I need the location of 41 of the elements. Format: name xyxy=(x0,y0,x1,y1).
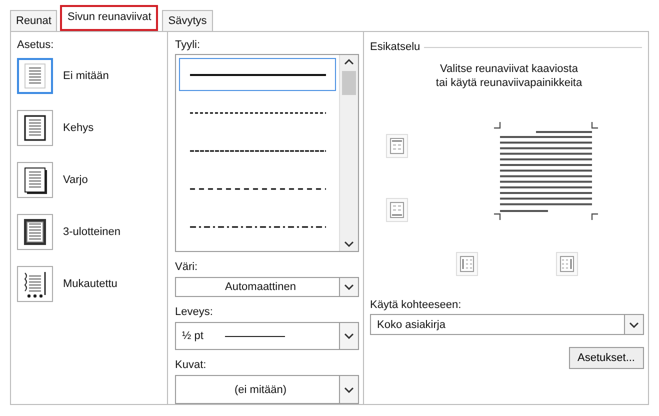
color-dropdown[interactable]: Automaattinen xyxy=(175,277,359,297)
setting-button[interactable] xyxy=(17,214,53,250)
setting-label: Asetus: xyxy=(17,38,55,52)
scrollbar[interactable] xyxy=(339,55,358,251)
setting-option-label[interactable]: Kehys xyxy=(63,122,94,134)
bottom-border-button[interactable] xyxy=(386,198,408,222)
setting-button[interactable] xyxy=(17,266,53,302)
line-sample xyxy=(225,336,286,337)
setting-button[interactable] xyxy=(17,162,53,198)
art-label: Kuvat: xyxy=(175,358,208,372)
left-border-button[interactable] xyxy=(456,252,478,276)
width-dropdown[interactable]: ½ pt xyxy=(175,322,359,350)
dropdown-arrow-button[interactable] xyxy=(624,315,643,334)
setting-option-label[interactable]: Ei mitään xyxy=(63,70,109,82)
options-button[interactable]: Asetukset... xyxy=(568,347,644,369)
chevron-down-icon xyxy=(344,284,354,290)
setting-option-label[interactable]: Mukautettu xyxy=(63,278,118,290)
width-label: Leveys: xyxy=(175,304,214,319)
dropdown-arrow-button[interactable] xyxy=(339,278,358,296)
tab[interactable]: Reunat xyxy=(10,10,58,31)
chevron-down-icon xyxy=(344,386,354,393)
apply-to-dropdown[interactable]: Koko asiakirja xyxy=(370,314,644,335)
chevron-down-icon xyxy=(629,322,639,328)
art-dropdown[interactable]: (ei mitään) xyxy=(175,375,359,404)
setting-option-label[interactable]: 3-ulotteinen xyxy=(63,226,120,238)
tab[interactable]: Sivun reunaviivat xyxy=(60,5,158,31)
top-border-button[interactable] xyxy=(386,134,408,158)
preview-hint: Valitse reunaviivat kaaviosta tai käytä reunaviivapainikkeita xyxy=(434,62,584,90)
setting-option-label[interactable]: Varjo xyxy=(63,174,88,186)
color-label: Väri: xyxy=(175,260,199,274)
preview-title: Esikatselu xyxy=(370,40,420,54)
style-label: Tyyli: xyxy=(175,38,202,52)
apply-to-label: Käytä kohteeseen: xyxy=(370,298,462,312)
dropdown-arrow-button[interactable] xyxy=(339,376,358,403)
setting-button[interactable] xyxy=(17,110,53,146)
dropdown-arrow-button[interactable] xyxy=(339,322,358,350)
tab[interactable]: Sävytys xyxy=(162,10,213,31)
line-style-option[interactable] xyxy=(179,58,336,91)
chevron-down-icon xyxy=(344,333,354,340)
right-border-button[interactable] xyxy=(556,252,578,276)
scroll-thumb[interactable] xyxy=(342,71,356,95)
